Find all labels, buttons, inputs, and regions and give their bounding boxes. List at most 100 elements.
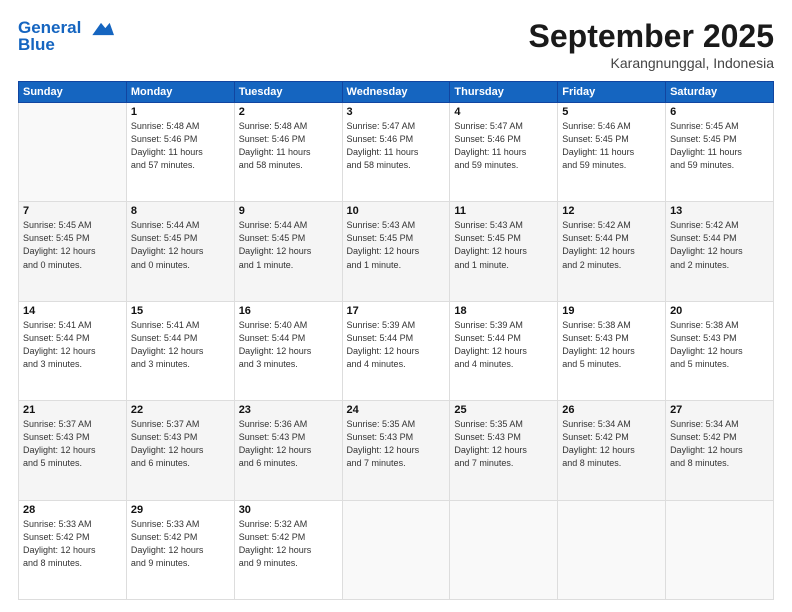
day-number: 4 — [454, 106, 553, 118]
logo: General Blue — [18, 18, 114, 54]
day-number: 9 — [239, 205, 338, 217]
cell-info: Sunrise: 5:42 AM Sunset: 5:44 PM Dayligh… — [670, 219, 769, 271]
calendar-week-row: 1 Sunrise: 5:48 AM Sunset: 5:46 PM Daylig… — [19, 103, 774, 202]
day-number: 1 — [131, 106, 230, 118]
cell-info: Sunrise: 5:42 AM Sunset: 5:44 PM Dayligh… — [562, 219, 661, 271]
day-number: 25 — [454, 404, 553, 416]
day-number: 13 — [670, 205, 769, 217]
cell-info: Sunrise: 5:48 AM Sunset: 5:46 PM Dayligh… — [131, 120, 230, 172]
cell-info: Sunrise: 5:48 AM Sunset: 5:46 PM Dayligh… — [239, 120, 338, 172]
location-subtitle: Karangnunggal, Indonesia — [529, 55, 774, 71]
calendar-cell — [450, 500, 558, 599]
day-number: 26 — [562, 404, 661, 416]
cell-info: Sunrise: 5:45 AM Sunset: 5:45 PM Dayligh… — [670, 120, 769, 172]
cell-info: Sunrise: 5:33 AM Sunset: 5:42 PM Dayligh… — [23, 518, 122, 570]
calendar-cell: 3 Sunrise: 5:47 AM Sunset: 5:46 PM Daylig… — [342, 103, 450, 202]
calendar-cell: 27 Sunrise: 5:34 AM Sunset: 5:42 PM Dayli… — [666, 401, 774, 500]
cell-info: Sunrise: 5:44 AM Sunset: 5:45 PM Dayligh… — [131, 219, 230, 271]
calendar-cell — [342, 500, 450, 599]
day-number: 11 — [454, 205, 553, 217]
header: General Blue September 2025 Karangnungga… — [18, 18, 774, 71]
cell-info: Sunrise: 5:44 AM Sunset: 5:45 PM Dayligh… — [239, 219, 338, 271]
cell-info: Sunrise: 5:47 AM Sunset: 5:46 PM Dayligh… — [454, 120, 553, 172]
calendar-cell: 10 Sunrise: 5:43 AM Sunset: 5:45 PM Dayli… — [342, 202, 450, 301]
calendar-cell: 14 Sunrise: 5:41 AM Sunset: 5:44 PM Dayli… — [19, 301, 127, 400]
calendar-cell: 19 Sunrise: 5:38 AM Sunset: 5:43 PM Dayli… — [558, 301, 666, 400]
calendar-cell: 29 Sunrise: 5:33 AM Sunset: 5:42 PM Dayli… — [126, 500, 234, 599]
logo-bird-icon — [88, 19, 114, 39]
cell-info: Sunrise: 5:46 AM Sunset: 5:45 PM Dayligh… — [562, 120, 661, 172]
calendar-cell — [666, 500, 774, 599]
day-number: 10 — [347, 205, 446, 217]
calendar-cell: 1 Sunrise: 5:48 AM Sunset: 5:46 PM Daylig… — [126, 103, 234, 202]
weekday-header-friday: Friday — [558, 82, 666, 103]
calendar-cell: 16Sunrise: 5:40 AM Sunset: 5:44 PM Dayli… — [234, 301, 342, 400]
weekday-header-monday: Monday — [126, 82, 234, 103]
cell-info: Sunrise: 5:32 AM Sunset: 5:42 PM Dayligh… — [239, 518, 338, 570]
day-number: 14 — [23, 305, 122, 317]
cell-info: Sunrise: 5:41 AM Sunset: 5:44 PM Dayligh… — [23, 319, 122, 371]
cell-info: Sunrise: 5:36 AM Sunset: 5:43 PM Dayligh… — [239, 418, 338, 470]
day-number: 22 — [131, 404, 230, 416]
calendar-cell: 4 Sunrise: 5:47 AM Sunset: 5:46 PM Daylig… — [450, 103, 558, 202]
weekday-header-saturday: Saturday — [666, 82, 774, 103]
cell-info: Sunrise: 5:38 AM Sunset: 5:43 PM Dayligh… — [562, 319, 661, 371]
cell-info: Sunrise: 5:43 AM Sunset: 5:45 PM Dayligh… — [347, 219, 446, 271]
calendar-cell: 11Sunrise: 5:43 AM Sunset: 5:45 PM Dayli… — [450, 202, 558, 301]
day-number: 8 — [131, 205, 230, 217]
calendar-cell: 7Sunrise: 5:45 AM Sunset: 5:45 PM Daylig… — [19, 202, 127, 301]
calendar-cell: 9 Sunrise: 5:44 AM Sunset: 5:45 PM Daylig… — [234, 202, 342, 301]
calendar-cell: 22 Sunrise: 5:37 AM Sunset: 5:43 PM Dayli… — [126, 401, 234, 500]
cell-info: Sunrise: 5:40 AM Sunset: 5:44 PM Dayligh… — [239, 319, 338, 371]
cell-info: Sunrise: 5:33 AM Sunset: 5:42 PM Dayligh… — [131, 518, 230, 570]
calendar-cell: 6Sunrise: 5:45 AM Sunset: 5:45 PM Daylig… — [666, 103, 774, 202]
calendar-cell: 15Sunrise: 5:41 AM Sunset: 5:44 PM Dayli… — [126, 301, 234, 400]
calendar-cell: 8 Sunrise: 5:44 AM Sunset: 5:45 PM Daylig… — [126, 202, 234, 301]
day-number: 29 — [131, 504, 230, 516]
cell-info: Sunrise: 5:38 AM Sunset: 5:43 PM Dayligh… — [670, 319, 769, 371]
day-number: 15 — [131, 305, 230, 317]
calendar-week-row: 21Sunrise: 5:37 AM Sunset: 5:43 PM Dayli… — [19, 401, 774, 500]
calendar-cell: 17Sunrise: 5:39 AM Sunset: 5:44 PM Dayli… — [342, 301, 450, 400]
cell-info: Sunrise: 5:39 AM Sunset: 5:44 PM Dayligh… — [347, 319, 446, 371]
calendar-cell: 2Sunrise: 5:48 AM Sunset: 5:46 PM Daylig… — [234, 103, 342, 202]
calendar-cell: 21Sunrise: 5:37 AM Sunset: 5:43 PM Dayli… — [19, 401, 127, 500]
calendar-cell: 13 Sunrise: 5:42 AM Sunset: 5:44 PM Dayli… — [666, 202, 774, 301]
cell-info: Sunrise: 5:47 AM Sunset: 5:46 PM Dayligh… — [347, 120, 446, 172]
weekday-header-wednesday: Wednesday — [342, 82, 450, 103]
calendar-cell — [19, 103, 127, 202]
day-number: 20 — [670, 305, 769, 317]
day-number: 24 — [347, 404, 446, 416]
month-title: September 2025 — [529, 18, 774, 55]
cell-info: Sunrise: 5:45 AM Sunset: 5:45 PM Dayligh… — [23, 219, 122, 271]
calendar-cell — [558, 500, 666, 599]
weekday-header-row: SundayMondayTuesdayWednesdayThursdayFrid… — [19, 82, 774, 103]
day-number: 12 — [562, 205, 661, 217]
day-number: 28 — [23, 504, 122, 516]
calendar-cell: 24 Sunrise: 5:35 AM Sunset: 5:43 PM Dayli… — [342, 401, 450, 500]
calendar-cell: 23 Sunrise: 5:36 AM Sunset: 5:43 PM Dayli… — [234, 401, 342, 500]
day-number: 30 — [239, 504, 338, 516]
day-number: 19 — [562, 305, 661, 317]
weekday-header-thursday: Thursday — [450, 82, 558, 103]
day-number: 18 — [454, 305, 553, 317]
calendar-cell: 5Sunrise: 5:46 AM Sunset: 5:45 PM Daylig… — [558, 103, 666, 202]
calendar-cell: 28 Sunrise: 5:33 AM Sunset: 5:42 PM Dayli… — [19, 500, 127, 599]
calendar-week-row: 28 Sunrise: 5:33 AM Sunset: 5:42 PM Dayli… — [19, 500, 774, 599]
weekday-header-sunday: Sunday — [19, 82, 127, 103]
calendar-week-row: 14 Sunrise: 5:41 AM Sunset: 5:44 PM Dayli… — [19, 301, 774, 400]
calendar-cell: 20 Sunrise: 5:38 AM Sunset: 5:43 PM Dayli… — [666, 301, 774, 400]
calendar-table: SundayMondayTuesdayWednesdayThursdayFrid… — [18, 81, 774, 600]
calendar-cell: 18 Sunrise: 5:39 AM Sunset: 5:44 PM Dayli… — [450, 301, 558, 400]
cell-info: Sunrise: 5:34 AM Sunset: 5:42 PM Dayligh… — [562, 418, 661, 470]
cell-info: Sunrise: 5:39 AM Sunset: 5:44 PM Dayligh… — [454, 319, 553, 371]
calendar-cell: 30 Sunrise: 5:32 AM Sunset: 5:42 PM Dayli… — [234, 500, 342, 599]
day-number: 27 — [670, 404, 769, 416]
cell-info: Sunrise: 5:37 AM Sunset: 5:43 PM Dayligh… — [131, 418, 230, 470]
day-number: 3 — [347, 106, 446, 118]
calendar-week-row: 7Sunrise: 5:45 AM Sunset: 5:45 PM Daylig… — [19, 202, 774, 301]
cell-info: Sunrise: 5:34 AM Sunset: 5:42 PM Dayligh… — [670, 418, 769, 470]
weekday-header-tuesday: Tuesday — [234, 82, 342, 103]
cell-info: Sunrise: 5:35 AM Sunset: 5:43 PM Dayligh… — [347, 418, 446, 470]
day-number: 23 — [239, 404, 338, 416]
